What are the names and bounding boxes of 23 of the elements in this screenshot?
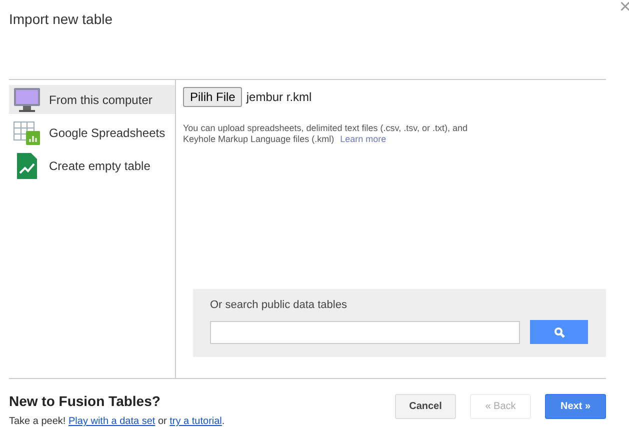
next-button[interactable]: Next » — [545, 394, 606, 419]
sidebar-item-label: Create empty table — [49, 158, 150, 172]
search-field[interactable] — [210, 320, 520, 344]
footer-link[interactable]: Play with a data set — [68, 416, 156, 427]
sidebar-item[interactable]: Google Spreadsheets — [9, 118, 175, 147]
sidebar-item[interactable]: Create empty table — [9, 151, 175, 180]
footer-link[interactable]: try a tutorial — [170, 416, 222, 427]
search-icon — [554, 326, 564, 338]
sidebar-item-label: From this computer — [49, 92, 152, 106]
dialog-title: Import new table — [9, 11, 114, 29]
dialog-button[interactable]: Cancel — [395, 394, 456, 419]
monitor-icon — [13, 86, 41, 112]
footer-heading: New to Fusion Tables? — [9, 393, 162, 409]
spreadsheet-icon — [13, 120, 41, 146]
learn-more-link[interactable]: Learn more — [340, 134, 386, 144]
search-label: Or search public data tables — [210, 299, 348, 311]
footer-text: Take a peek! Play with a data set or try a tutorial. — [9, 416, 225, 427]
sidebar-item[interactable]: From this computer — [9, 85, 175, 114]
choose-file-button[interactable]: Pilih File — [183, 87, 242, 107]
search-button[interactable] — [530, 320, 588, 344]
sidebar-item-label: Google Spreadsheets — [49, 126, 166, 140]
file-name: jembur r.kml — [246, 90, 312, 104]
upload-help-text: You can upload spreadsheets, delimited text files (.csv, .tsv, or .txt), and Keyhole Markup Language files (.kml) Learn more — [183, 123, 468, 145]
